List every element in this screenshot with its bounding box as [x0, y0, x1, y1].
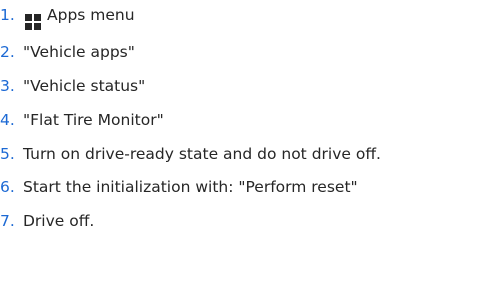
step-text: Drive off. — [23, 212, 95, 230]
step-text: "Vehicle status" — [23, 77, 146, 95]
step-item: 4. "Flat Tire Monitor" — [0, 109, 478, 132]
step-text: "Vehicle apps" — [23, 43, 135, 61]
step-number: 1. — [0, 6, 15, 24]
step-number: 6. — [0, 178, 15, 196]
step-text: Apps menu — [47, 6, 135, 24]
apps-grid-icon — [25, 14, 41, 30]
step-text: "Flat Tire Monitor" — [23, 111, 164, 129]
step-item: 2. "Vehicle apps" — [0, 41, 478, 64]
step-text: Start the initialization with: "Perform … — [23, 178, 358, 196]
step-number: 4. — [0, 111, 15, 129]
step-item: 7. Drive off. — [0, 210, 478, 233]
step-number: 7. — [0, 212, 15, 230]
step-number: 5. — [0, 145, 15, 163]
step-item: 1. Apps menu — [0, 4, 478, 30]
step-text: Turn on drive-ready state and do not dri… — [23, 145, 381, 163]
step-number: 3. — [0, 77, 15, 95]
step-item: 6. Start the initialization with: "Perfo… — [0, 176, 478, 199]
instruction-steps: 1. Apps menu 2. "Vehicle apps" 3. "Vehic… — [0, 4, 478, 244]
step-item: 5. Turn on drive-ready state and do not … — [0, 143, 478, 166]
step-number: 2. — [0, 43, 15, 61]
step-item: 3. "Vehicle status" — [0, 75, 478, 98]
